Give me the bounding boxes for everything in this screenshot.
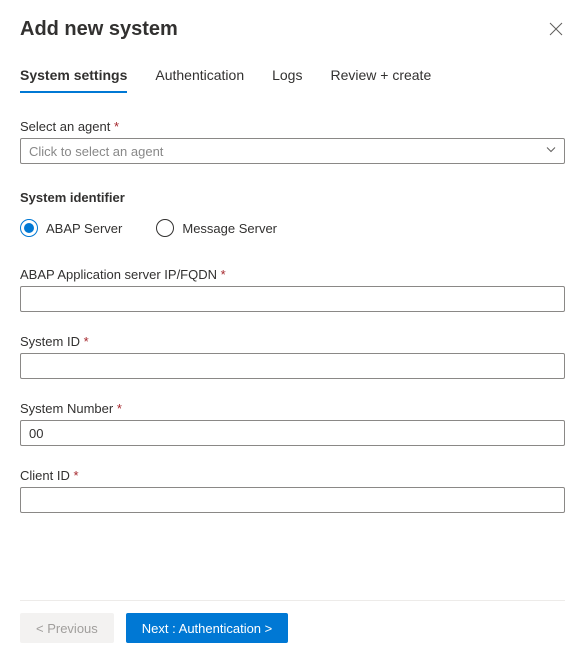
system-number-label: System Number	[20, 401, 565, 416]
previous-button[interactable]: < Previous	[20, 613, 114, 643]
radio-circle-checked	[20, 219, 38, 237]
abap-server-input[interactable]	[20, 286, 565, 312]
close-button[interactable]	[549, 22, 565, 38]
next-button[interactable]: Next : Authentication >	[126, 613, 288, 643]
agent-field: Select an agent Click to select an agent	[20, 119, 565, 164]
abap-server-label: ABAP Application server IP/FQDN	[20, 267, 565, 282]
radio-message-label: Message Server	[182, 221, 277, 236]
panel-header: Add new system	[20, 18, 565, 63]
radio-abap-server[interactable]: ABAP Server	[20, 219, 122, 237]
tab-logs[interactable]: Logs	[272, 63, 302, 93]
tab-system-settings[interactable]: System settings	[20, 63, 127, 93]
client-id-label: Client ID	[20, 468, 565, 483]
abap-server-field: ABAP Application server IP/FQDN	[20, 267, 565, 312]
panel-footer: < Previous Next : Authentication >	[20, 600, 565, 643]
page-title: Add new system	[20, 18, 178, 41]
system-id-input[interactable]	[20, 353, 565, 379]
system-identifier-title: System identifier	[20, 190, 565, 205]
radio-dot-icon	[24, 223, 34, 233]
add-system-panel: Add new system System settings Authentic…	[0, 0, 585, 657]
server-type-radio-group: ABAP Server Message Server	[20, 219, 565, 237]
system-number-field: System Number	[20, 401, 565, 446]
system-id-label: System ID	[20, 334, 565, 349]
agent-placeholder: Click to select an agent	[29, 144, 163, 159]
client-id-input[interactable]	[20, 487, 565, 513]
agent-select[interactable]: Click to select an agent	[20, 138, 565, 164]
radio-abap-label: ABAP Server	[46, 221, 122, 236]
system-id-field: System ID	[20, 334, 565, 379]
tab-authentication[interactable]: Authentication	[155, 63, 244, 93]
radio-message-server[interactable]: Message Server	[156, 219, 277, 237]
system-number-input[interactable]	[20, 420, 565, 446]
agent-select-box[interactable]: Click to select an agent	[20, 138, 565, 164]
tab-bar: System settings Authentication Logs Revi…	[20, 63, 565, 93]
client-id-field: Client ID	[20, 468, 565, 513]
close-icon	[549, 22, 563, 36]
radio-circle-unchecked	[156, 219, 174, 237]
tab-review-create[interactable]: Review + create	[330, 63, 431, 93]
agent-label: Select an agent	[20, 119, 565, 134]
